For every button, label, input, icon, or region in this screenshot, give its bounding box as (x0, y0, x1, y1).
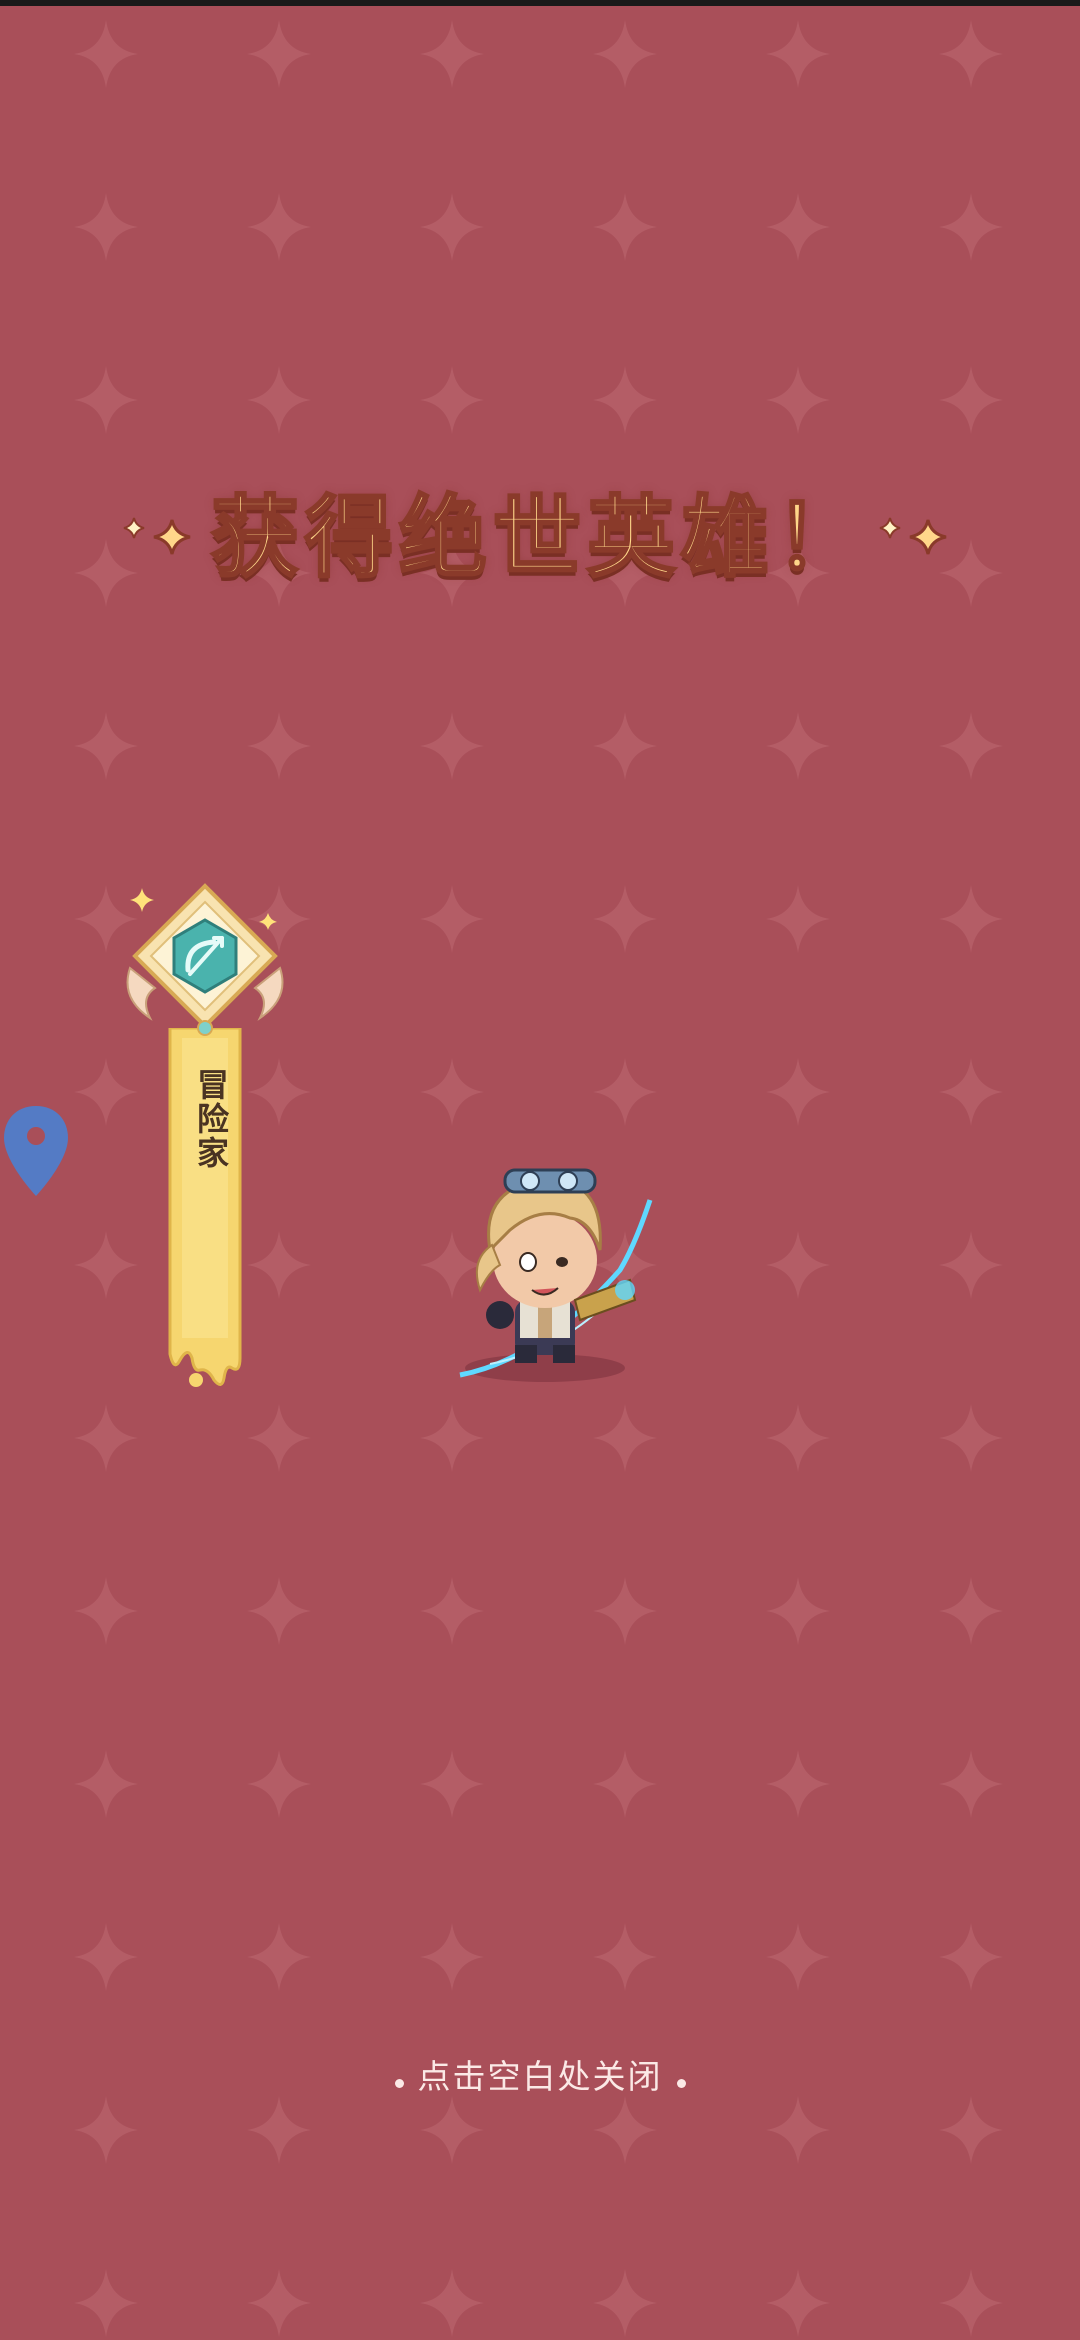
class-label: 冒险家 (192, 1068, 230, 1170)
hero-class-badge: 冒险家 (110, 878, 300, 1413)
hint-dot-left (394, 2079, 404, 2088)
location-pin-icon[interactable] (0, 1100, 72, 1200)
close-hint[interactable]: 点击空白处关闭 (0, 2052, 1080, 2102)
bow-arrow-icon (126, 883, 284, 1036)
hero-character-sprite (459, 1168, 653, 1382)
hint-dot-right (676, 2079, 686, 2088)
hero-reward-screen[interactable]: 获得绝世英雄！ 冒险家 点击空白处关闭 (0, 0, 1080, 2340)
close-hint-text: 点击空白处关闭 (417, 2057, 663, 2096)
reward-title-row: 获得绝世英雄！ (0, 478, 1080, 598)
sparkle-icon (879, 517, 947, 555)
